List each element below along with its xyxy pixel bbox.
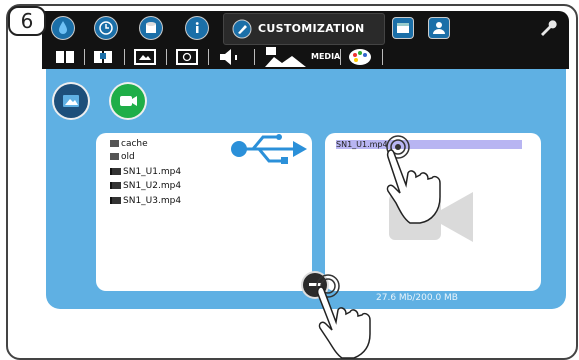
cylinder-icon[interactable] <box>140 17 162 39</box>
media-label: MEDIA <box>311 52 341 61</box>
tap-hand-icon <box>386 135 441 224</box>
separator <box>124 49 125 65</box>
video-file-icon <box>110 168 121 175</box>
tab-customization-label: CUSTOMIZATION <box>258 22 365 35</box>
separator <box>340 49 341 65</box>
list-item[interactable]: old <box>110 151 135 163</box>
info-icon[interactable] <box>186 17 208 39</box>
separator <box>382 49 383 65</box>
storage-usage-text: 27.6 Mb/200.0 MB <box>376 293 458 303</box>
image-icon <box>63 95 79 107</box>
usb-icon <box>229 131 309 167</box>
water-drop-icon[interactable] <box>52 17 74 39</box>
tab-customization[interactable]: CUSTOMIZATION <box>223 13 385 45</box>
book-icon[interactable] <box>54 48 76 66</box>
separator <box>166 49 167 65</box>
palette-icon[interactable] <box>348 48 372 66</box>
media-icon[interactable] <box>262 45 308 69</box>
video-file-icon <box>110 182 121 189</box>
separator <box>208 49 209 65</box>
top-nav-bar: CUSTOMIZATION <box>42 11 569 45</box>
video-mode-button[interactable] <box>111 84 145 118</box>
list-item[interactable]: SN1_U3.mp4 <box>110 195 181 207</box>
step-number-badge: 6 <box>8 6 46 36</box>
wrench-icon[interactable] <box>536 17 558 39</box>
list-item[interactable]: SN1_U2.mp4 <box>110 180 181 192</box>
calendar-icon[interactable] <box>393 18 413 38</box>
screen-icon[interactable] <box>176 48 198 66</box>
customization-pen-icon <box>232 19 252 39</box>
video-file-icon <box>110 197 121 204</box>
open-book-icon[interactable] <box>92 48 114 66</box>
user-icon[interactable] <box>429 18 449 38</box>
clock-icon[interactable] <box>95 17 117 39</box>
picture-icon[interactable] <box>134 48 156 66</box>
sub-toolbar: MEDIA <box>42 45 569 69</box>
video-camera-icon <box>120 96 137 106</box>
folder-icon <box>110 140 119 147</box>
folder-icon <box>110 153 119 160</box>
separator <box>84 49 85 65</box>
speaker-icon[interactable] <box>218 48 240 66</box>
separator <box>254 49 255 65</box>
list-item[interactable]: SN1_U1.mp4 <box>110 166 181 178</box>
list-item[interactable]: cache <box>110 138 148 150</box>
tap-hand-icon <box>316 274 371 359</box>
image-mode-button[interactable] <box>54 84 88 118</box>
